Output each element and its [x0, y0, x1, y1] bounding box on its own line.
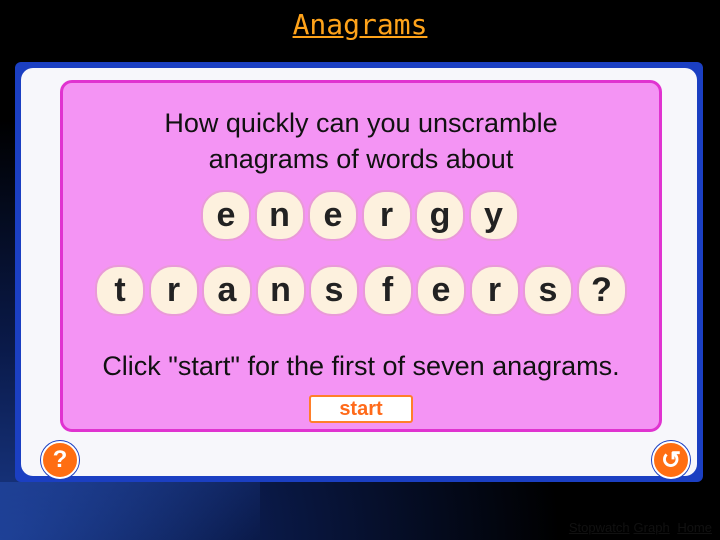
letter-tile: r	[361, 190, 412, 241]
letter-tile: e	[201, 190, 251, 241]
letter-tile: n	[255, 265, 306, 316]
letter-tile: e	[308, 190, 358, 241]
letter-tile: y	[468, 190, 519, 241]
stopwatch-link[interactable]: Stopwatch	[569, 520, 630, 535]
letter-tile: e	[416, 265, 466, 316]
question-mark-icon: ?	[52, 446, 68, 473]
letter-tile: s	[309, 265, 359, 316]
intro-line-1: How quickly can you unscramble	[164, 108, 558, 138]
word-energy-tiles: e n e r g y	[201, 190, 522, 241]
letter-tile: r	[148, 265, 199, 316]
instruction-text: Click "start" for the first of seven ana…	[102, 351, 620, 381]
home-link[interactable]: Home	[677, 520, 712, 535]
back-button[interactable]: ↺	[652, 441, 690, 479]
undo-arrow-icon: ↺	[660, 446, 682, 474]
letter-tile: a	[202, 265, 252, 316]
letter-tile: ?	[576, 265, 627, 316]
letter-tile: n	[254, 190, 305, 241]
slide-title: Anagrams	[292, 8, 428, 41]
word-transfers-tiles: t r a n s f e r s ?	[95, 265, 630, 316]
letter-tile: r	[469, 265, 520, 316]
corner-decoration	[0, 482, 260, 540]
letter-tile: g	[415, 190, 465, 241]
help-button[interactable]: ?	[41, 441, 79, 479]
letter-tile: s	[523, 265, 573, 316]
anagram-panel: How quickly can you unscramble anagrams …	[60, 80, 662, 432]
letter-tile: t	[95, 265, 145, 316]
intro-text: How quickly can you unscramble anagrams …	[63, 105, 659, 177]
start-button[interactable]: start	[309, 395, 413, 423]
footer-links: Stopwatch Graph Home	[565, 520, 712, 535]
letter-tile: f	[362, 265, 413, 316]
intro-line-2: anagrams of words about	[208, 144, 514, 174]
graph-link[interactable]: Graph	[634, 520, 670, 535]
